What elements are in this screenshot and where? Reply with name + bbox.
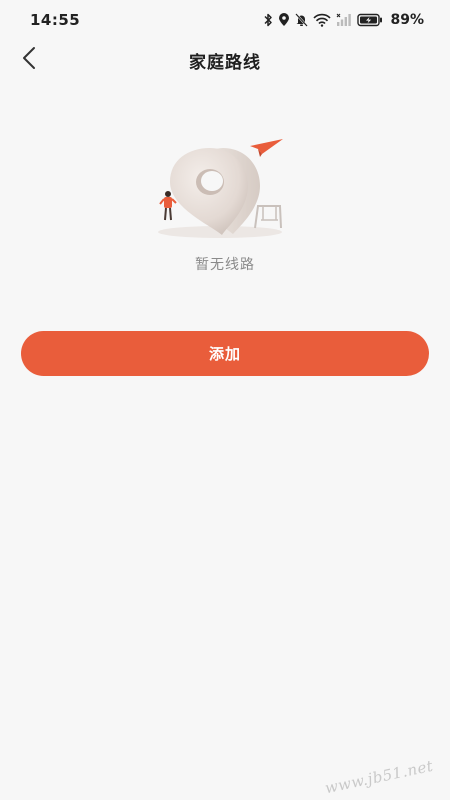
app-header: 家庭路线 — [0, 40, 450, 80]
bluetooth-icon — [263, 13, 273, 27]
page-title: 家庭路线 — [189, 52, 261, 73]
location-icon — [278, 13, 290, 27]
status-time: 14:55 — [30, 11, 81, 29]
status-bar: 14:55 89% — [0, 0, 450, 40]
back-button[interactable] — [14, 44, 44, 76]
wifi-icon — [313, 13, 332, 27]
watermark: www.jb51.net — [323, 756, 435, 798]
map-pin-empty-illustration — [150, 130, 290, 245]
signal-icon — [336, 13, 352, 27]
status-icons: 89% — [263, 12, 424, 28]
battery-charging-icon — [357, 13, 383, 27]
screen: 14:55 89% 家庭路线 暂无线路 添加 www.jb51.net — [0, 0, 450, 800]
battery-percent: 89% — [390, 12, 424, 28]
empty-message: 暂无线路 — [195, 257, 255, 273]
mute-bell-icon — [295, 13, 309, 27]
add-button[interactable]: 添加 — [21, 331, 429, 376]
chevron-left-icon — [22, 46, 36, 74]
